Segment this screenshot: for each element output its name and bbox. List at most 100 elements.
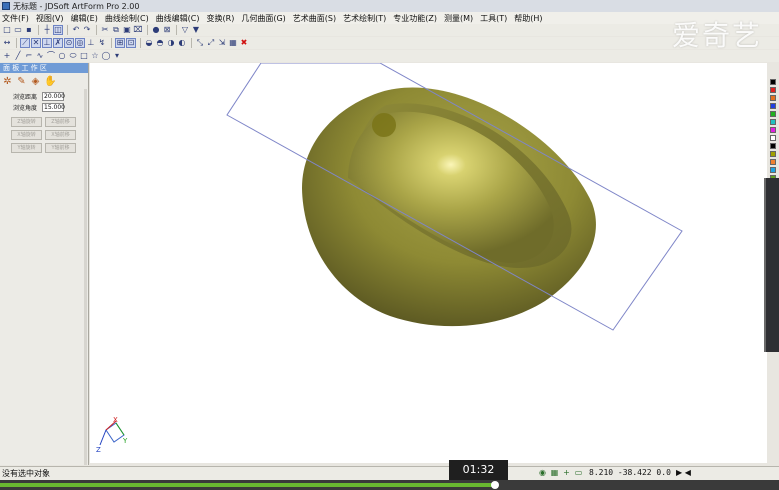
video-progress-knob[interactable]	[490, 481, 499, 489]
surface-view-4-icon[interactable]: ◐	[177, 38, 187, 48]
filter-icon[interactable]: ▽	[180, 25, 190, 35]
menu-geometric-surface[interactable]: 几何曲面(G)	[241, 13, 285, 24]
menu-art-draw[interactable]: 艺术绘制(T)	[343, 13, 386, 24]
measure-angle-icon[interactable]: ⤢	[206, 38, 216, 48]
new-file-icon[interactable]: □	[2, 25, 12, 35]
panel-scrollbar[interactable]	[84, 89, 87, 465]
color-swatch[interactable]	[770, 135, 776, 141]
globe-icon[interactable]: ◉	[538, 468, 547, 477]
view-pencil-icon[interactable]: ✎	[16, 76, 27, 87]
viewport-canvas: X Y Z	[96, 62, 683, 454]
color-swatch[interactable]	[770, 159, 776, 165]
crosshair-icon[interactable]: ┼	[42, 25, 52, 35]
render-sphere-icon[interactable]: ●	[151, 25, 161, 35]
surface-view-1-icon[interactable]: ◒	[144, 38, 154, 48]
grid-snap-icon[interactable]: ⊞	[115, 38, 125, 48]
snap-cross-icon[interactable]: ✕	[31, 38, 41, 48]
z-forward-button[interactable]: Z轴前移	[45, 117, 76, 127]
plus-icon[interactable]: +	[562, 468, 571, 477]
measure-point-icon[interactable]: ⤡	[195, 38, 205, 48]
paste-icon[interactable]: ▣	[122, 25, 132, 35]
redo-icon[interactable]: ↷	[82, 25, 92, 35]
copy-icon[interactable]: ⧉	[111, 25, 121, 35]
view-eye-icon[interactable]: ◈	[30, 76, 41, 87]
menu-transform[interactable]: 变换(R)	[207, 13, 235, 24]
snap-midpoint-icon[interactable]: ⊥	[42, 38, 52, 48]
y-rotate-button[interactable]: Y轴旋转	[11, 143, 42, 153]
menu-curve-edit[interactable]: 曲线编辑(C)	[156, 13, 200, 24]
video-timestamp: 01:32	[449, 460, 508, 480]
arrow-left-right-icon[interactable]: ↔	[2, 38, 12, 48]
view-gear-icon[interactable]: ✲	[2, 76, 13, 87]
delete-icon[interactable]: ⌧	[133, 25, 143, 35]
color-swatch[interactable]	[770, 127, 776, 133]
toolbar-separator	[176, 25, 177, 35]
color-swatch[interactable]	[770, 79, 776, 85]
color-swatch[interactable]	[770, 103, 776, 109]
selection-marker[interactable]	[372, 113, 396, 137]
snap-quadrant-icon[interactable]: ◎	[75, 38, 85, 48]
cancel-red-icon[interactable]: ✖	[239, 38, 249, 48]
z-rotate-button[interactable]: Z轴旋转	[11, 117, 42, 127]
line-icon[interactable]: ╱	[13, 51, 23, 61]
window-icon[interactable]: ▭	[574, 468, 583, 477]
snap-intersection-icon[interactable]: ✗	[53, 38, 63, 48]
snap-center-icon[interactable]: ⊙	[64, 38, 74, 48]
x-rotate-button[interactable]: X轴旋转	[11, 130, 42, 140]
view-angle-input[interactable]: 15.000	[42, 103, 65, 112]
side-panel-edge[interactable]	[764, 178, 779, 352]
color-swatch[interactable]	[770, 119, 776, 125]
status-scroll-arrows[interactable]: ▶ ◀	[676, 468, 691, 477]
color-swatch[interactable]	[770, 151, 776, 157]
snap-perpendicular-icon[interactable]: ⊥	[86, 38, 96, 48]
save-file-icon[interactable]: ▪	[24, 25, 34, 35]
menu-help[interactable]: 帮助(H)	[514, 13, 542, 24]
select-box-icon[interactable]: ◫	[53, 25, 63, 35]
snap-tangent-icon[interactable]: ↯	[97, 38, 107, 48]
toolbar-separator	[16, 38, 17, 48]
ellipse-icon[interactable]: ⬭	[68, 51, 78, 61]
field-view-angle: 浏览角度 15.000	[13, 103, 88, 112]
view-distance-input[interactable]: 20.000	[42, 92, 65, 101]
open-file-icon[interactable]: ▭	[13, 25, 23, 35]
color-swatch[interactable]	[770, 95, 776, 101]
surface-view-3-icon[interactable]: ◑	[166, 38, 176, 48]
3d-viewport[interactable]: X Y Z	[90, 62, 767, 463]
render-mode-icon[interactable]: ⊠	[162, 25, 172, 35]
measure-dist-icon[interactable]: ⇲	[217, 38, 227, 48]
point-icon[interactable]: +	[2, 51, 12, 61]
circle-tool-icon[interactable]: ◯	[101, 51, 111, 61]
color-swatch[interactable]	[770, 143, 776, 149]
circle-icon[interactable]: ○	[57, 51, 67, 61]
x-forward-button[interactable]: X轴前移	[45, 130, 76, 140]
spline-icon[interactable]: ∿	[35, 51, 45, 61]
bucket-icon[interactable]: ▼	[191, 25, 201, 35]
menu-measure[interactable]: 测量(M)	[444, 13, 473, 24]
polyline-icon[interactable]: ⌐	[24, 51, 34, 61]
color-swatch[interactable]	[770, 111, 776, 117]
arc-icon[interactable]: ⌒	[46, 51, 56, 61]
color-swatch[interactable]	[770, 87, 776, 93]
menu-view[interactable]: 视图(V)	[36, 13, 64, 24]
color-swatch[interactable]	[770, 167, 776, 173]
snap-endpoint-icon[interactable]: ⟋	[20, 38, 30, 48]
axis-indicator: X Y Z	[96, 416, 128, 454]
dropdown-icon[interactable]: ▾	[112, 51, 122, 61]
cut-icon[interactable]: ✂	[100, 25, 110, 35]
star-icon[interactable]: ☆	[90, 51, 100, 61]
axis-x-label: X	[113, 416, 118, 424]
rectangle-icon[interactable]: □	[79, 51, 89, 61]
menu-edit[interactable]: 编辑(E)	[71, 13, 98, 24]
menu-tools[interactable]: 工具(T)	[480, 13, 507, 24]
menu-curve-draw[interactable]: 曲线绘制(C)	[105, 13, 149, 24]
y-forward-button[interactable]: Y轴前移	[45, 143, 76, 153]
properties-icon[interactable]: ▦	[228, 38, 238, 48]
menu-professional[interactable]: 专业功能(Z)	[393, 13, 437, 24]
surface-view-2-icon[interactable]: ◓	[155, 38, 165, 48]
undo-icon[interactable]: ↶	[71, 25, 81, 35]
view-hand-icon[interactable]: ✋	[44, 76, 56, 87]
menu-file[interactable]: 文件(F)	[2, 13, 29, 24]
menu-art-surface[interactable]: 艺术曲面(S)	[293, 13, 336, 24]
grid-icon[interactable]: ▦	[550, 468, 559, 477]
ortho-snap-icon[interactable]: ⊡	[126, 38, 136, 48]
